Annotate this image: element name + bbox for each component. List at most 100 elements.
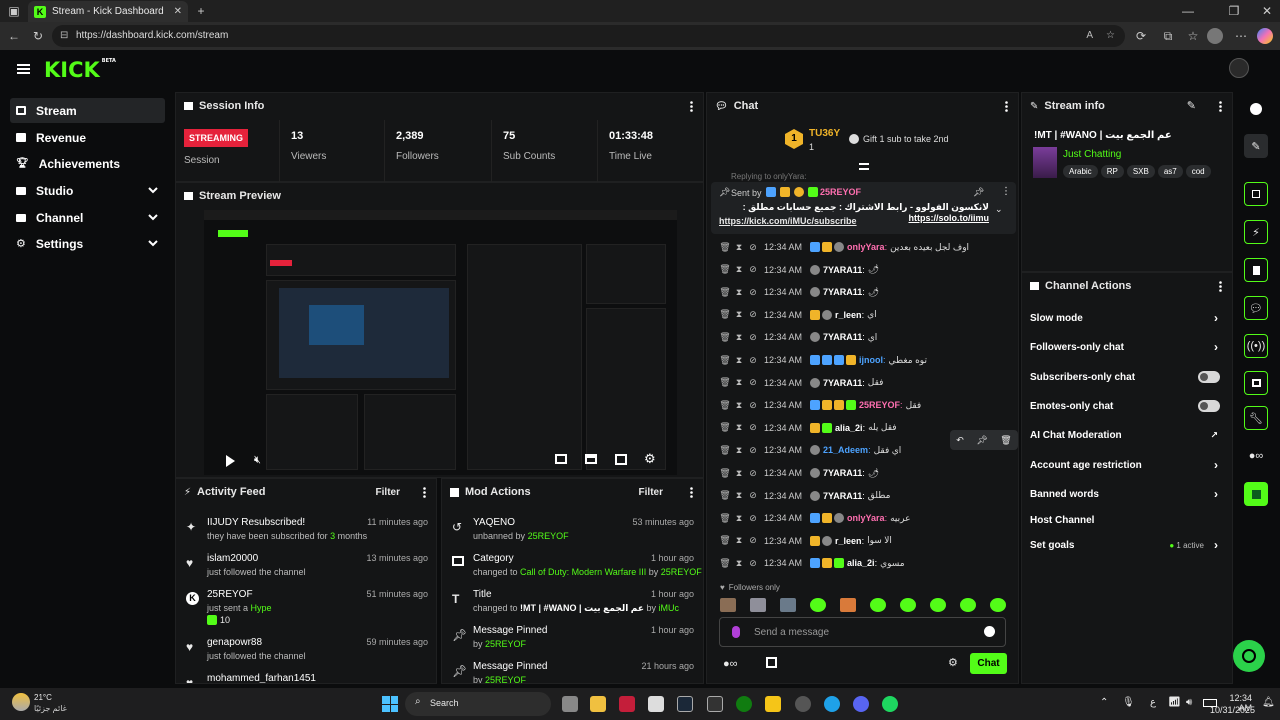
pinned-link[interactable]: https://solo.to/iimu bbox=[909, 213, 990, 223]
subscribers-only-action[interactable]: Subscribers-only chat bbox=[1022, 365, 1230, 389]
ban-icon[interactable]: ⊘ bbox=[746, 468, 760, 479]
wrench-tool-icon[interactable]: 🔧︎ bbox=[1244, 406, 1268, 430]
sidebar-item-achievements[interactable]: 🏆︎ Achievements bbox=[10, 151, 165, 176]
timeout-icon[interactable]: ⧗ bbox=[732, 445, 746, 456]
ban-icon[interactable]: ⊘ bbox=[746, 422, 760, 433]
taskbar-search[interactable]: ⌕ Search bbox=[405, 692, 551, 716]
close-window-icon[interactable]: ✕ bbox=[1259, 3, 1275, 19]
delete-message-icon[interactable]: 🗑︎ bbox=[718, 332, 732, 343]
back-icon[interactable]: ← bbox=[6, 28, 22, 44]
chat-message[interactable]: 🗑︎ ⧗ ⊘ 12:34 AM onlyYara: عربيه bbox=[718, 508, 1018, 528]
emotes-only-toggle[interactable] bbox=[1198, 400, 1220, 412]
chat-username[interactable]: r_leen bbox=[835, 310, 862, 320]
copilot-icon[interactable] bbox=[1257, 28, 1273, 44]
timeout-icon[interactable]: ⧗ bbox=[732, 558, 746, 569]
ban-icon[interactable]: ⊘ bbox=[746, 332, 760, 343]
activity-item[interactable]: ✦ IIJUDY Resubscribed! they have been su… bbox=[176, 515, 436, 549]
subscribers-only-toggle[interactable] bbox=[1198, 371, 1220, 383]
unpin-icon[interactable]: 📌︎ bbox=[973, 187, 984, 198]
chat-message[interactable]: 🗑︎ ⧗ ⊘ 12:34 AM ijnool: توه مغطي bbox=[718, 350, 1018, 370]
mute-icon[interactable]: 🔇︎ bbox=[254, 454, 261, 467]
chat-message[interactable]: 🗑︎ ⧗ ⊘ 12:34 AM onlyYara: اوف لجل بعيده بعدين bbox=[718, 237, 1018, 257]
delete-message-icon[interactable]: 🗑︎ bbox=[718, 490, 732, 501]
camera-tool-icon[interactable] bbox=[1244, 182, 1268, 206]
timeout-icon[interactable]: ⧗ bbox=[732, 535, 746, 546]
minimize-icon[interactable]: — bbox=[1180, 3, 1196, 19]
chat-message[interactable]: 🗑︎ ⧗ ⊘ 12:34 AM 7YARA11: 🌶 bbox=[718, 260, 1018, 280]
ai-moderation-action[interactable]: AI Chat Moderation ↗ bbox=[1022, 423, 1230, 447]
more-options-icon[interactable] bbox=[1219, 101, 1222, 112]
extensions-icon[interactable]: ⟳ bbox=[1133, 28, 1149, 44]
chat-username[interactable]: 7YARA11 bbox=[823, 287, 862, 297]
timeout-icon[interactable]: ⧗ bbox=[732, 332, 746, 343]
timeout-icon[interactable]: ⧗ bbox=[732, 490, 746, 501]
ban-icon[interactable]: ⊘ bbox=[746, 445, 760, 456]
ban-icon[interactable]: ⊘ bbox=[746, 490, 760, 501]
app-icon[interactable] bbox=[619, 696, 635, 712]
profile-avatar[interactable] bbox=[1207, 28, 1223, 44]
chat-message[interactable]: 🗑︎ ⧗ ⊘ 12:34 AM 25REYOF: فقل bbox=[718, 395, 1018, 415]
mod-action-item[interactable]: T Title changed to !MT | #WANO | عم الجم… bbox=[442, 587, 703, 621]
delete-message-icon[interactable]: 🗑︎ bbox=[718, 535, 732, 546]
maximize-icon[interactable]: ❐ bbox=[1226, 3, 1242, 19]
file-explorer-icon[interactable] bbox=[590, 696, 606, 712]
emote-icon[interactable] bbox=[840, 598, 856, 612]
chat-username[interactable]: 7YARA11 bbox=[823, 265, 862, 275]
delete-message-icon[interactable]: 🗑︎ bbox=[718, 513, 732, 524]
sidebar-item-channel[interactable]: Channel bbox=[10, 205, 165, 230]
xbox-icon[interactable] bbox=[736, 696, 752, 712]
delete-message-icon[interactable]: 🗑︎ bbox=[718, 377, 732, 388]
chat-message[interactable]: 🗑︎ ⧗ ⊘ 12:34 AM 7YARA11: مطلق bbox=[718, 486, 1018, 506]
split-screen-icon[interactable]: ⧉ bbox=[1160, 28, 1176, 44]
mod-action-item[interactable]: ↺ YAQENO unbanned by 25REYOF 53 minutes … bbox=[442, 515, 703, 549]
ban-icon[interactable]: ⊘ bbox=[746, 558, 760, 569]
emoji-icon[interactable] bbox=[984, 626, 995, 637]
delete-message-icon[interactable]: 🗑︎ bbox=[718, 445, 732, 456]
favorites-icon[interactable]: ☆ bbox=[1185, 28, 1201, 44]
theater-icon[interactable] bbox=[585, 454, 597, 464]
microphone-tray-icon[interactable]: 🎙︎ bbox=[1122, 697, 1135, 708]
chat-username[interactable]: 21_Adeem bbox=[823, 445, 868, 455]
pinned-message[interactable]: 📌︎ Sent by 25REYOF 📌︎ ⋮ لانكسون الفولوو … bbox=[711, 182, 1016, 234]
slow-mode-action[interactable]: Slow mode › bbox=[1022, 306, 1230, 330]
activity-item[interactable]: K 25REYOF just sent a Hype 10 51 minutes… bbox=[176, 587, 436, 631]
sidebar-item-settings[interactable]: ⚙ Settings bbox=[10, 231, 165, 256]
clip-tool-icon[interactable] bbox=[1244, 482, 1268, 506]
epic-games-icon[interactable] bbox=[707, 696, 723, 712]
ban-icon[interactable]: ⊘ bbox=[746, 355, 760, 366]
edge-icon[interactable] bbox=[824, 696, 840, 712]
read-aloud-icon[interactable]: A bbox=[1086, 25, 1093, 47]
microphone-icon[interactable] bbox=[732, 626, 740, 638]
more-options-icon[interactable] bbox=[690, 487, 693, 498]
emote-icon[interactable] bbox=[990, 598, 1006, 612]
delete-message-icon[interactable]: 🗑︎ bbox=[718, 355, 732, 366]
mod-action-item[interactable]: 📌︎ Message Pinned by 25REYOF 21 hours ag… bbox=[442, 659, 703, 683]
delete-message-icon[interactable]: 🗑︎ bbox=[718, 287, 732, 298]
delete-message-icon[interactable]: 🗑︎ bbox=[718, 242, 732, 253]
activity-item[interactable]: ♥ islam20000 just followed the channel 1… bbox=[176, 551, 436, 585]
delete-message-icon[interactable]: 🗑︎ bbox=[718, 400, 732, 411]
emote-icon[interactable] bbox=[750, 598, 766, 612]
chat-username[interactable]: ijnool bbox=[859, 355, 883, 365]
emote-icon[interactable] bbox=[930, 598, 946, 612]
ban-icon[interactable]: ⊘ bbox=[746, 377, 760, 388]
chat-message[interactable]: 🗑︎ ⧗ ⊘ 12:34 AM 7YARA11: اي bbox=[718, 327, 1018, 347]
chat-username[interactable]: onlyYara bbox=[847, 242, 885, 252]
timeout-icon[interactable]: ⧗ bbox=[732, 264, 746, 275]
sidebar-item-stream[interactable]: Stream bbox=[10, 98, 165, 123]
broadcast-tool-icon[interactable]: ((•)) bbox=[1244, 334, 1268, 358]
discord-icon[interactable] bbox=[853, 696, 869, 712]
sidebar-item-revenue[interactable]: Revenue bbox=[10, 125, 165, 150]
tag[interactable]: as7 bbox=[1157, 165, 1183, 178]
timeout-icon[interactable]: ⧗ bbox=[732, 400, 746, 411]
send-chat-button[interactable]: Chat bbox=[970, 653, 1007, 674]
emotes-only-action[interactable]: Emotes-only chat bbox=[1022, 394, 1230, 418]
tag[interactable]: Arabic bbox=[1063, 165, 1098, 178]
gift-box-icon[interactable] bbox=[766, 657, 777, 668]
emote-icon[interactable] bbox=[810, 598, 826, 612]
video-player[interactable]: 🔇︎ ⚙ bbox=[204, 210, 677, 475]
fullscreen-icon[interactable] bbox=[615, 454, 627, 465]
pip-icon[interactable] bbox=[555, 454, 567, 464]
task-view-icon[interactable] bbox=[562, 696, 578, 712]
delete-message-icon[interactable]: 🗑︎ bbox=[718, 309, 732, 320]
